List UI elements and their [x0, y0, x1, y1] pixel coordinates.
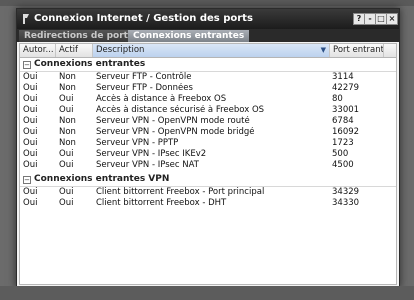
cell-autorise: Oui [23, 94, 38, 104]
tab-port-forwarding[interactable]: Redirections de ports [19, 30, 139, 42]
cell-port: 1723 [332, 138, 354, 148]
tab-incoming-connections[interactable]: Connexions entrantes [128, 30, 250, 42]
cell-port: 16092 [332, 127, 360, 137]
group-header[interactable]: − Connexions entrantes VPN [20, 173, 396, 187]
cell-autorise: Oui [23, 160, 38, 170]
column-header-actif[interactable]: Actif [56, 44, 93, 57]
table-row[interactable]: Oui Oui Serveur VPN - IPsec IKEv2 500 [20, 149, 396, 160]
collapse-icon[interactable]: − [23, 176, 31, 184]
cell-port: 3114 [332, 72, 354, 82]
column-header-autorise[interactable]: Autor... [20, 44, 56, 57]
cell-description: Serveur VPN - IPsec IKEv2 [96, 149, 207, 159]
window-title: Connexion Internet / Gestion des ports [34, 13, 253, 24]
column-header-edit [384, 44, 396, 57]
cell-description: Serveur VPN - OpenVPN mode bridgé [96, 127, 255, 137]
cell-actif: Non [59, 72, 76, 82]
cell-actif: Oui [59, 149, 74, 159]
cell-actif: Non [59, 116, 76, 126]
column-header-description-label: Description [96, 45, 145, 55]
cell-description: Client bittorrent Freebox - Port princip… [96, 187, 265, 197]
cell-description: Serveur FTP - Données [96, 83, 193, 93]
cell-description: Accès à distance à Freebox OS [96, 94, 227, 104]
cell-autorise: Oui [23, 116, 38, 126]
cell-actif: Non [59, 138, 76, 148]
cell-autorise: Oui [23, 83, 38, 93]
cell-port: 34329 [332, 187, 360, 197]
group-label: Connexions entrantes [34, 59, 146, 69]
table-row[interactable]: Oui Oui Accès à distance sécurisé à Freebo… [20, 105, 396, 116]
connections-grid: Autor... Actif Description ▼ Port entran… [19, 43, 397, 285]
cell-autorise: Oui [23, 72, 38, 82]
cell-port: 6784 [332, 116, 354, 126]
cell-actif: Non [59, 83, 76, 93]
freebox-logo-icon [23, 14, 29, 24]
cell-description: Serveur FTP - Contrôle [96, 72, 192, 82]
table-row[interactable]: Oui Non Serveur FTP - Données 42279 [20, 83, 396, 94]
cell-autorise: Oui [23, 105, 38, 115]
close-button[interactable]: × [386, 13, 398, 25]
cell-autorise: Oui [23, 149, 38, 159]
group-label: Connexions entrantes VPN [34, 174, 170, 184]
table-row[interactable]: Oui Oui Serveur VPN - IPsec NAT 4500 [20, 160, 396, 171]
table-row[interactable]: Oui Oui Client bittorrent Freebox - Port p… [20, 187, 396, 198]
collapse-icon[interactable]: − [23, 61, 31, 69]
desktop-top-strip [0, 0, 414, 6]
cell-port: 500 [332, 149, 349, 159]
cell-actif: Oui [59, 94, 74, 104]
cell-actif: Oui [59, 187, 74, 197]
column-header-description[interactable]: Description ▼ [93, 44, 330, 57]
group-header[interactable]: − Connexions entrantes [20, 58, 396, 72]
desktop-bottom-strip [0, 286, 414, 300]
sort-descending-icon: ▼ [320, 46, 326, 54]
table-row[interactable]: Oui Oui Client bittorrent Freebox - DHT 343… [20, 198, 396, 209]
titlebar[interactable]: Connexion Internet / Gestion des ports ?… [17, 9, 399, 29]
grid-header: Autor... Actif Description ▼ Port entran… [20, 44, 396, 58]
cell-port: 42279 [332, 83, 360, 93]
cell-actif: Non [59, 127, 76, 137]
table-row[interactable]: Oui Non Serveur VPN - OpenVPN mode routé 67… [20, 116, 396, 127]
cell-port: 4500 [332, 160, 354, 170]
cell-actif: Oui [59, 198, 74, 208]
table-row[interactable]: Oui Oui Accès à distance à Freebox OS 80 [20, 94, 396, 105]
cell-description: Serveur VPN - PPTP [96, 138, 179, 148]
cell-port: 34330 [332, 198, 360, 208]
column-header-port[interactable]: Port entrant [330, 44, 384, 57]
cell-autorise: Oui [23, 127, 38, 137]
cell-description: Serveur VPN - IPsec NAT [96, 160, 199, 170]
cell-autorise: Oui [23, 187, 38, 197]
cell-actif: Oui [59, 160, 74, 170]
cell-description: Serveur VPN - OpenVPN mode routé [96, 116, 250, 126]
cell-description: Accès à distance sécurisé à Freebox OS [96, 105, 265, 115]
table-row[interactable]: Oui Non Serveur VPN - OpenVPN mode bridgé 1… [20, 127, 396, 138]
cell-port: 80 [332, 94, 343, 104]
cell-actif: Oui [59, 105, 74, 115]
ports-window: Connexion Internet / Gestion des ports ?… [16, 8, 400, 288]
cell-description: Client bittorrent Freebox - DHT [96, 198, 227, 208]
table-row[interactable]: Oui Non Serveur VPN - PPTP 1723 [20, 138, 396, 149]
table-row[interactable]: Oui Non Serveur FTP - Contrôle 3114 [20, 72, 396, 83]
cell-autorise: Oui [23, 138, 38, 148]
tab-bar: Redirections de ports Connexions entrant… [17, 29, 399, 42]
cell-port: 33001 [332, 105, 360, 115]
cell-autorise: Oui [23, 198, 38, 208]
